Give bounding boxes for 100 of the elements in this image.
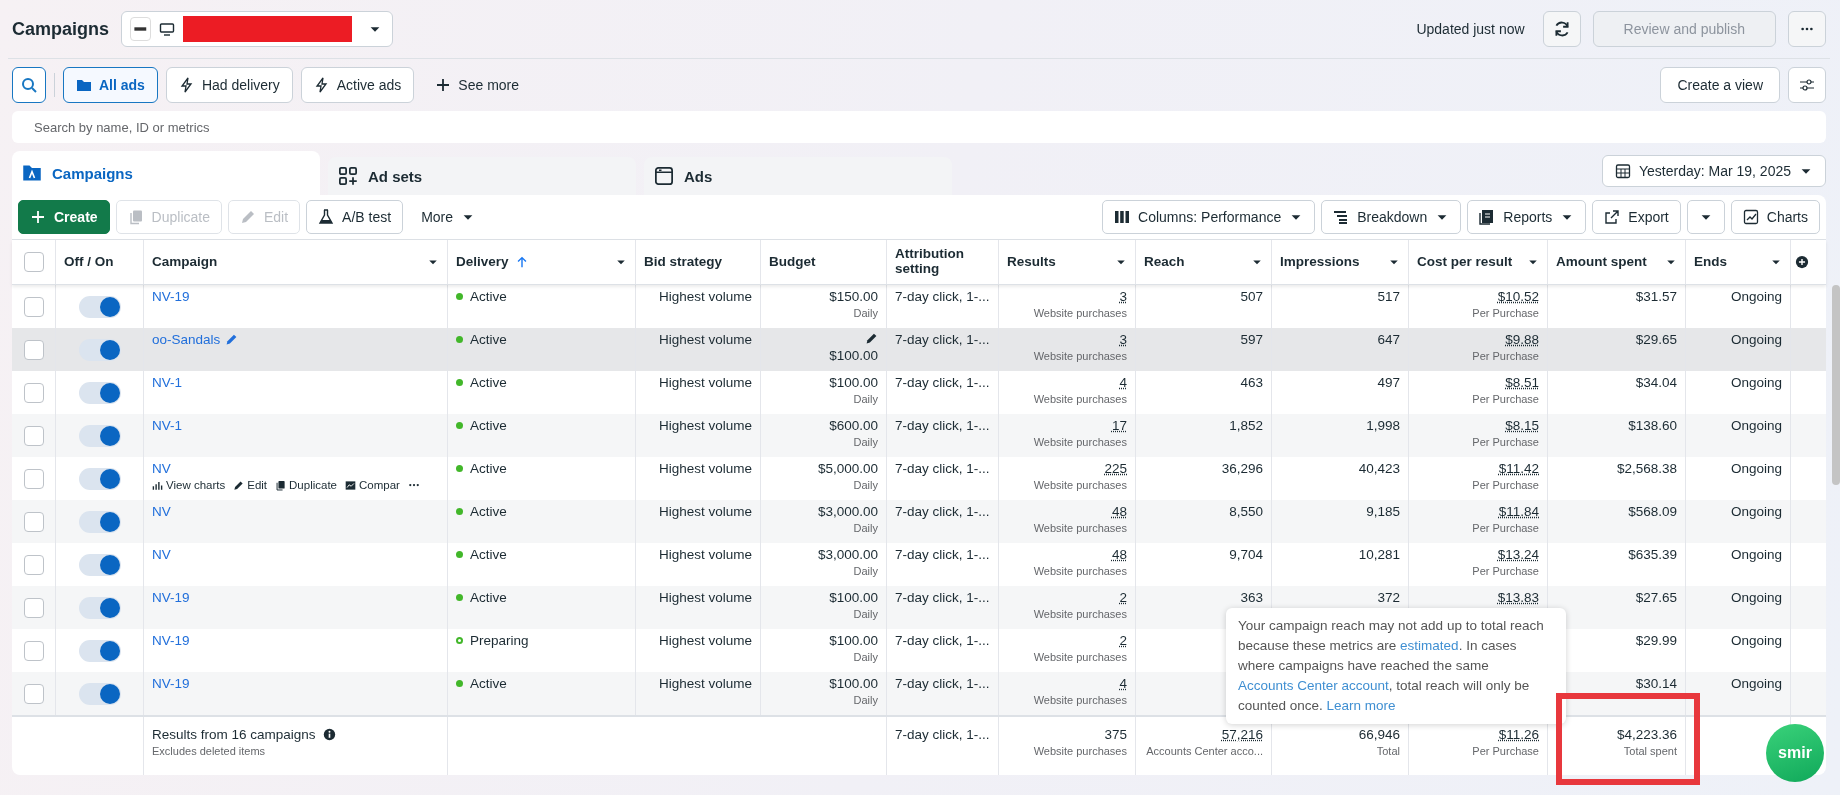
table-cell: Highest volume bbox=[658, 289, 752, 304]
cell-caption: Website purchases bbox=[1033, 522, 1127, 534]
table-cell: $10.52 bbox=[1497, 289, 1539, 304]
table-cell: 7-day click, 1-... bbox=[895, 504, 990, 519]
cell-caption: Website purchases bbox=[1033, 608, 1127, 620]
table-cell: 9,704 bbox=[1229, 547, 1263, 562]
cell-caption: Per Purchase bbox=[1472, 565, 1539, 577]
table-cell: 57,216 bbox=[1221, 727, 1263, 742]
cell-caption: Website purchases bbox=[1033, 350, 1127, 362]
delivery-status: Active bbox=[470, 289, 507, 304]
table-cell: 9,185 bbox=[1366, 504, 1400, 519]
table-cell: $30.14 bbox=[1635, 676, 1677, 691]
table-cell: 3 bbox=[1119, 332, 1127, 347]
cell-caption: Per Purchase bbox=[1472, 522, 1539, 534]
cell-caption: Daily bbox=[853, 565, 878, 577]
table-cell: Ongoing bbox=[1730, 504, 1782, 519]
table-cell: $635.39 bbox=[1628, 547, 1677, 562]
table-cell: 225 bbox=[1104, 461, 1127, 476]
table-cell: $27.65 bbox=[1635, 590, 1677, 605]
table-cell: 647 bbox=[1377, 332, 1400, 347]
table-cell: 7-day click, 1-... bbox=[895, 727, 990, 742]
table-cell: $31.57 bbox=[1635, 289, 1677, 304]
table-cell: $29.99 bbox=[1635, 633, 1677, 648]
table-cell: Ongoing bbox=[1730, 375, 1782, 390]
cell-caption: Per Purchase bbox=[1472, 307, 1539, 319]
cell-caption: Daily bbox=[853, 694, 878, 706]
table-cell: 1,998 bbox=[1366, 418, 1400, 433]
cell-caption: Accounts Center acco... bbox=[1146, 745, 1263, 757]
table-cell: 7-day click, 1-... bbox=[895, 547, 990, 562]
table-cell: $568.09 bbox=[1628, 504, 1677, 519]
table-cell: 4 bbox=[1119, 375, 1127, 390]
table-cell: 375 bbox=[1104, 727, 1127, 742]
table-cell: $100.00 bbox=[829, 590, 878, 605]
table-cell: $11.26 bbox=[1498, 727, 1539, 742]
update-status: Updated just now bbox=[1416, 21, 1525, 37]
table-cell: Ongoing bbox=[1730, 461, 1782, 476]
table-cell: Highest volume bbox=[658, 676, 752, 691]
cell-caption: Per Purchase bbox=[1472, 393, 1539, 405]
table-cell: Highest volume bbox=[658, 590, 752, 605]
cell-caption: Per Purchase bbox=[1472, 745, 1539, 757]
table-cell: 363 bbox=[1240, 590, 1263, 605]
delivery-status: Active bbox=[470, 590, 507, 605]
cell-caption: Per Purchase bbox=[1472, 436, 1539, 448]
table-cell: 4 bbox=[1119, 676, 1127, 691]
table-cell: 3 bbox=[1119, 289, 1127, 304]
table-cell: $3,000.00 bbox=[817, 504, 878, 519]
table-cell: 36,296 bbox=[1221, 461, 1263, 476]
table-cell: 10,281 bbox=[1358, 547, 1400, 562]
table-cell: $13.24 bbox=[1497, 547, 1539, 562]
table-cell: Highest volume bbox=[658, 633, 752, 648]
table-cell: 7-day click, 1-... bbox=[895, 332, 990, 347]
table-cell: 463 bbox=[1240, 375, 1263, 390]
cell-caption: Website purchases bbox=[1033, 694, 1127, 706]
table-cell: $138.60 bbox=[1628, 418, 1677, 433]
table-cell: 48 bbox=[1111, 547, 1127, 562]
table-cell: Ongoing bbox=[1730, 289, 1782, 304]
table-cell: Highest volume bbox=[658, 332, 752, 347]
table-cell: $9.88 bbox=[1505, 332, 1539, 347]
cell-caption: Daily bbox=[853, 393, 878, 405]
table-cell: 497 bbox=[1377, 375, 1400, 390]
table-cell: $150.00 bbox=[829, 289, 878, 304]
cell-caption: Website purchases bbox=[1033, 651, 1127, 663]
delivery-status: Active bbox=[470, 547, 507, 562]
table-cell: 48 bbox=[1111, 504, 1127, 519]
table-cell: 7-day click, 1-... bbox=[895, 590, 990, 605]
table-cell: $4,223.36 bbox=[1616, 727, 1677, 742]
table-cell: $8.15 bbox=[1505, 418, 1539, 433]
table-cell: Highest volume bbox=[658, 547, 752, 562]
cell-caption: Total spent bbox=[1623, 745, 1677, 757]
table-cell: Ongoing bbox=[1730, 547, 1782, 562]
cell-caption: Website purchases bbox=[1033, 393, 1127, 405]
delivery-status: Active bbox=[470, 332, 507, 347]
table-cell: 2 bbox=[1119, 590, 1127, 605]
cell-caption: Website purchases bbox=[1033, 436, 1127, 448]
cell-caption: Website purchases bbox=[1033, 479, 1127, 491]
table-cell: $13.83 bbox=[1497, 590, 1539, 605]
table-cell: 17 bbox=[1111, 418, 1127, 433]
table-cell: $8.51 bbox=[1505, 375, 1539, 390]
table-cell: 7-day click, 1-... bbox=[895, 461, 990, 476]
table-cell: 40,423 bbox=[1358, 461, 1400, 476]
cell-caption: Per Purchase bbox=[1472, 350, 1539, 362]
table-cell: 7-day click, 1-... bbox=[895, 375, 990, 390]
cell-caption: Website purchases bbox=[1033, 307, 1127, 319]
table-cell: Highest volume bbox=[658, 375, 752, 390]
cell-caption: Total bbox=[1376, 745, 1400, 757]
delivery-status: Active bbox=[470, 676, 507, 691]
table-cell: 1,852 bbox=[1229, 418, 1263, 433]
cell-caption: Daily bbox=[853, 651, 878, 663]
table-cell: 7-day click, 1-... bbox=[895, 633, 990, 648]
table-cell: 66,946 bbox=[1358, 727, 1400, 742]
table-cell: $600.00 bbox=[829, 418, 878, 433]
cell-caption: Daily bbox=[853, 479, 878, 491]
table-cell: 372 bbox=[1377, 590, 1400, 605]
table-cell: $34.04 bbox=[1635, 375, 1677, 390]
cell-caption: Per Purchase bbox=[1472, 479, 1539, 491]
cell-caption: Website purchases bbox=[1033, 565, 1127, 577]
cell-caption: Excludes deleted items bbox=[152, 745, 266, 757]
table-cell: 7-day click, 1-... bbox=[895, 289, 990, 304]
table-cell: $29.65 bbox=[1635, 332, 1677, 347]
page-title: Campaigns bbox=[12, 18, 110, 40]
